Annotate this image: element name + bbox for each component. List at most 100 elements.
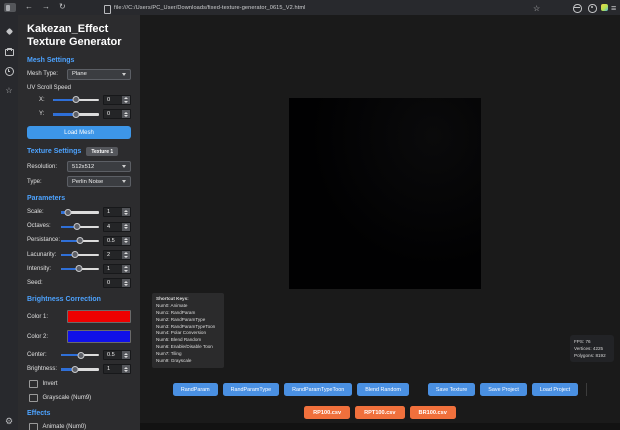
scale-input[interactable]: 1 [103,207,131,218]
vertices-value: Vertices: 4225 [574,346,604,352]
uv-x-slider[interactable] [53,96,99,105]
bookmark-star-icon[interactable]: ☆ [533,4,540,13]
invert-checkbox-row[interactable]: Invert [27,379,131,389]
page-title: Kakezan_Effect Texture Generator [27,23,122,48]
spinner-icon[interactable] [122,222,130,231]
address-bar[interactable]: file:///C:/Users/PC_User/Downloads/fixed… [114,5,305,11]
uv-x-label: X: [39,96,45,103]
save-texture-button[interactable]: Save Texture [427,383,476,396]
menu-icon[interactable]: ≡ [611,3,616,13]
texture-tab-1[interactable]: Texture 1 [86,147,119,157]
grayscale-checkbox-row[interactable]: Grayscale (Num9) [27,393,131,403]
browser-window: ← → ↻ file:///C:/Users/PC_User/Downloads… [0,0,620,430]
brightness-input[interactable]: 1 [103,364,131,375]
bookmarks-icon[interactable]: ☆ [5,87,12,95]
lacunarity-label: Lacunarity: [27,251,57,258]
brightness-label: Brightness: [27,366,58,373]
spinner-icon[interactable] [122,208,130,217]
spinner-icon[interactable] [122,110,130,119]
blend-random-button[interactable]: Blend Random [357,383,409,396]
shortcut-line: Num9: Grayscale [156,358,192,364]
resolution-select[interactable]: 512x512 [67,161,131,173]
center-value: 0.5 [107,352,115,359]
effects-header: Effects [27,410,51,418]
uv-y-slider[interactable] [53,110,99,119]
spinner-icon[interactable] [122,250,130,259]
intensity-input[interactable]: 1 [103,264,131,275]
center-slider[interactable] [61,351,99,360]
uv-x-input[interactable]: 0 [103,95,131,106]
color2-picker[interactable] [67,330,131,344]
color2-label: Color 2: [27,333,49,340]
back-icon[interactable]: ← [25,3,33,11]
bottom-strip [140,423,620,430]
reload-icon[interactable]: ↻ [59,3,66,11]
load-mesh-button[interactable]: Load Mesh [27,126,131,140]
lacunarity-value: 2 [107,251,111,258]
scale-label: Scale: [27,209,44,216]
forward-icon[interactable]: → [42,3,50,11]
invert-label: Invert [42,381,58,388]
resolution-value: 512x512 [72,163,95,170]
mesh-type-select[interactable]: Plane [67,68,131,80]
intensity-slider[interactable] [61,265,99,274]
scale-value: 1 [107,209,111,216]
shortcut-keys-title: Shortcut Keys: [156,296,189,301]
tools-icon[interactable] [5,27,13,36]
octaves-value: 4 [107,223,111,230]
uv-y-input[interactable]: 0 [103,109,131,120]
center-input[interactable]: 0.5 [103,350,131,361]
mesh-settings-header: Mesh Settings [27,56,75,64]
seed-value: 0 [107,280,111,287]
spinner-icon[interactable] [122,236,130,245]
render-canvas[interactable] [289,98,481,289]
csv-button-row: RP100.csv RPT100.csv BR100.csv [140,406,620,419]
wallet-icon[interactable] [4,48,14,56]
profile-icon[interactable] [588,4,597,13]
history-icon[interactable] [4,67,14,76]
brightness-slider[interactable] [61,365,99,374]
save-project-button[interactable]: Save Project [480,383,527,396]
extension-icon[interactable] [601,4,608,11]
octaves-slider[interactable] [61,222,99,231]
br100-csv-button[interactable]: BR100.csv [409,406,456,419]
octaves-label: Octaves: [27,223,51,230]
color1-label: Color 1: [27,313,49,320]
viewport-area: Shortcut Keys: Num0: Animate Num1: RandP… [140,15,620,430]
lacunarity-slider[interactable] [61,250,99,259]
randparam-button[interactable]: RandParam [172,383,218,396]
sidebar-toggle-inner [5,4,10,11]
invert-checkbox[interactable] [29,379,38,389]
spinner-icon[interactable] [122,265,130,274]
scale-slider[interactable] [61,208,99,217]
noise-type-select[interactable]: Perlin Noise [67,176,131,188]
spinner-icon[interactable] [122,279,130,288]
spinner-icon[interactable] [122,351,130,360]
sidebar-toggle-icon[interactable] [4,3,16,12]
globe-icon[interactable] [573,4,582,13]
animate-checkbox[interactable] [29,422,38,430]
animate-checkbox-row[interactable]: Animate (Num0) [27,422,131,430]
load-project-button[interactable]: Load Project [531,383,579,396]
shortcut-line: Num6: Enable/Disable Toon [156,344,213,350]
spinner-icon[interactable] [122,96,130,105]
persistence-slider[interactable] [61,236,99,245]
randparamtype-button[interactable]: RandParamType [222,383,280,396]
persistence-input[interactable]: 0.5 [103,235,131,246]
color1-picker[interactable] [67,310,131,324]
uv-y-value: 0 [107,111,111,118]
divider [586,383,588,396]
spinner-icon[interactable] [122,365,130,374]
rpt100-csv-button[interactable]: RPT100.csv [355,406,405,419]
shortcut-line: Num7: Tiling [156,351,182,357]
texture-settings-header: Texture Settings [27,148,82,156]
randparamtypetoon-button[interactable]: RandParamTypeToon [284,383,353,396]
lacunarity-input[interactable]: 2 [103,249,131,260]
grayscale-checkbox[interactable] [29,393,38,403]
settings-gear-icon[interactable]: ⚙ [5,417,13,426]
seed-input[interactable]: 0 [103,278,131,289]
mesh-type-value: Plane [72,71,87,78]
rp100-csv-button[interactable]: RP100.csv [304,406,351,419]
octaves-input[interactable]: 4 [103,221,131,232]
page-file-icon [104,4,111,14]
